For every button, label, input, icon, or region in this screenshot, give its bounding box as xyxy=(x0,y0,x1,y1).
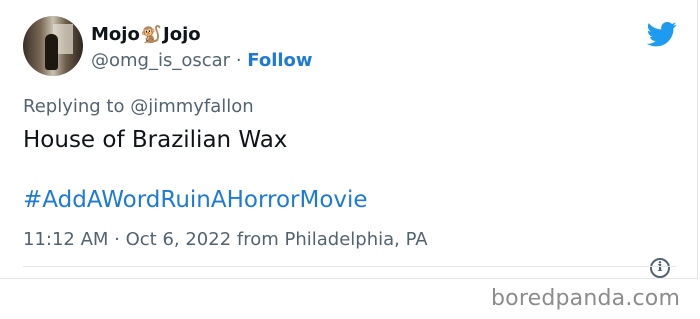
follow-button[interactable]: Follow xyxy=(247,50,312,71)
tweet-card: Mojo 🐒 Jojo @omg_is_oscar · Follow Reply… xyxy=(0,0,698,279)
author-handle-row: @omg_is_oscar · Follow xyxy=(91,50,313,72)
reply-context[interactable]: Replying to @jimmyfallon xyxy=(23,96,254,118)
tweet-text: House of Brazilian Wax xyxy=(23,127,288,153)
watermark: boredpanda.com xyxy=(491,286,681,311)
handle-separator: · xyxy=(235,50,242,71)
divider xyxy=(23,266,676,267)
author-handle[interactable]: @omg_is_oscar xyxy=(91,50,230,71)
author-name[interactable]: Mojo 🐒 Jojo xyxy=(91,24,201,46)
info-icon[interactable]: i xyxy=(650,258,670,278)
tweet-timestamp[interactable]: 11:12 AM · Oct 6, 2022 from Philadelphia… xyxy=(23,229,428,251)
avatar-figure xyxy=(45,34,58,70)
author-name-part2: Jojo xyxy=(163,24,201,45)
avatar[interactable] xyxy=(23,16,83,76)
monkey-emoji-icon: 🐒 xyxy=(140,25,162,45)
twitter-bird-icon[interactable] xyxy=(645,19,679,49)
hashtag-link[interactable]: #AddAWordRuinAHorrorMovie xyxy=(23,186,368,214)
author-name-part1: Mojo xyxy=(91,24,140,45)
